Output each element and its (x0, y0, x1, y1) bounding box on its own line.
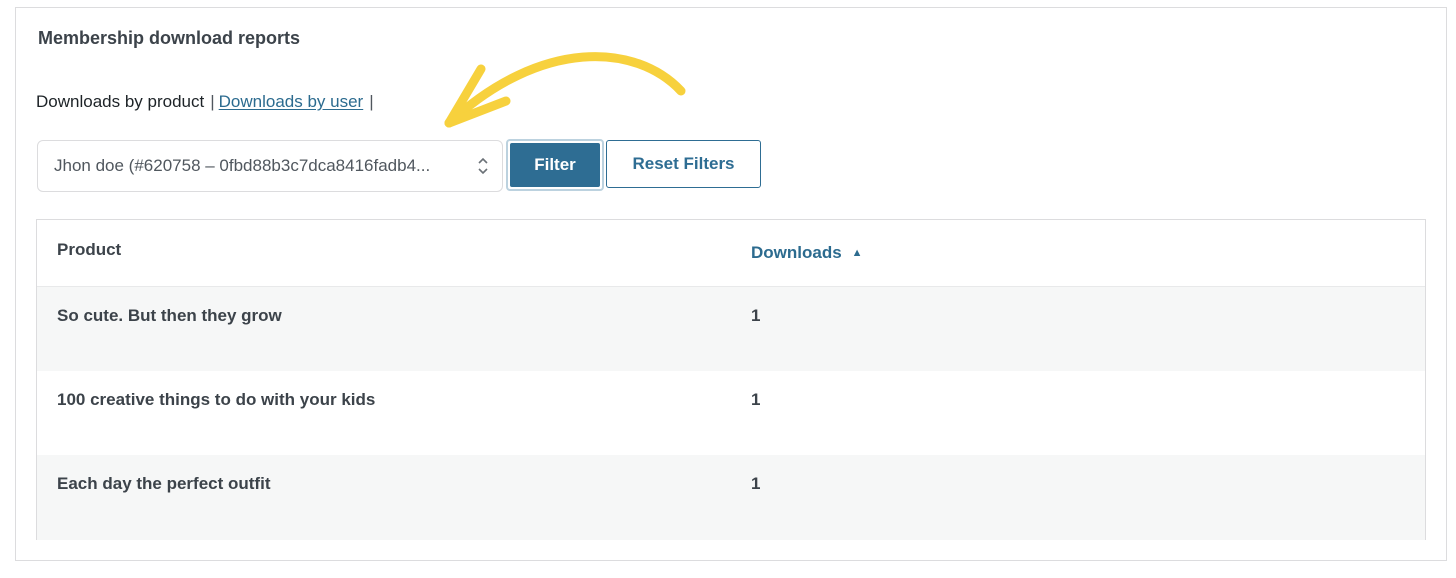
product-cell: 100 creative things to do with your kids (57, 390, 376, 409)
product-cell: So cute. But then they grow (57, 306, 282, 325)
table-row: Each day the perfect outfit 1 (37, 455, 1425, 540)
report-view-links: Downloads by product | Downloads by user | (36, 92, 378, 112)
column-header-product: Product (57, 240, 122, 259)
curved-arrow-icon (444, 52, 686, 128)
view-current-label: Downloads by product (36, 92, 205, 111)
user-select[interactable]: Jhon doe (#620758 – 0fbd88b3c7dca8416fad… (37, 140, 503, 192)
user-select-value: Jhon doe (#620758 – 0fbd88b3c7dca8416fad… (54, 156, 431, 175)
sort-ascending-icon: ▲ (851, 247, 863, 259)
table-row: 100 creative things to do with your kids… (37, 371, 1425, 455)
panel-title: Membership download reports (38, 28, 301, 48)
filter-button-label: Filter (510, 143, 600, 187)
view-separator: | (210, 92, 215, 111)
column-header-downloads[interactable]: Downloads ▲ (751, 243, 863, 263)
downloads-by-user-link[interactable]: Downloads by user (219, 92, 364, 111)
downloads-cell: 1 (751, 474, 761, 493)
product-cell: Each day the perfect outfit (57, 474, 271, 493)
filter-button[interactable]: Filter (506, 139, 604, 191)
view-separator-2: | (369, 92, 374, 111)
reset-filters-button[interactable]: Reset Filters (606, 140, 761, 188)
downloads-cell: 1 (751, 306, 761, 325)
chevron-up-down-icon (478, 157, 488, 175)
column-header-downloads-label: Downloads (751, 243, 842, 262)
downloads-cell: 1 (751, 390, 761, 409)
downloads-table: Product Downloads ▲ So cute. But then the… (36, 219, 1426, 540)
table-row: So cute. But then they grow 1 (37, 287, 1425, 371)
report-panel: Membership download reports Downloads by… (15, 7, 1447, 561)
table-header: Product Downloads ▲ (37, 220, 1425, 287)
